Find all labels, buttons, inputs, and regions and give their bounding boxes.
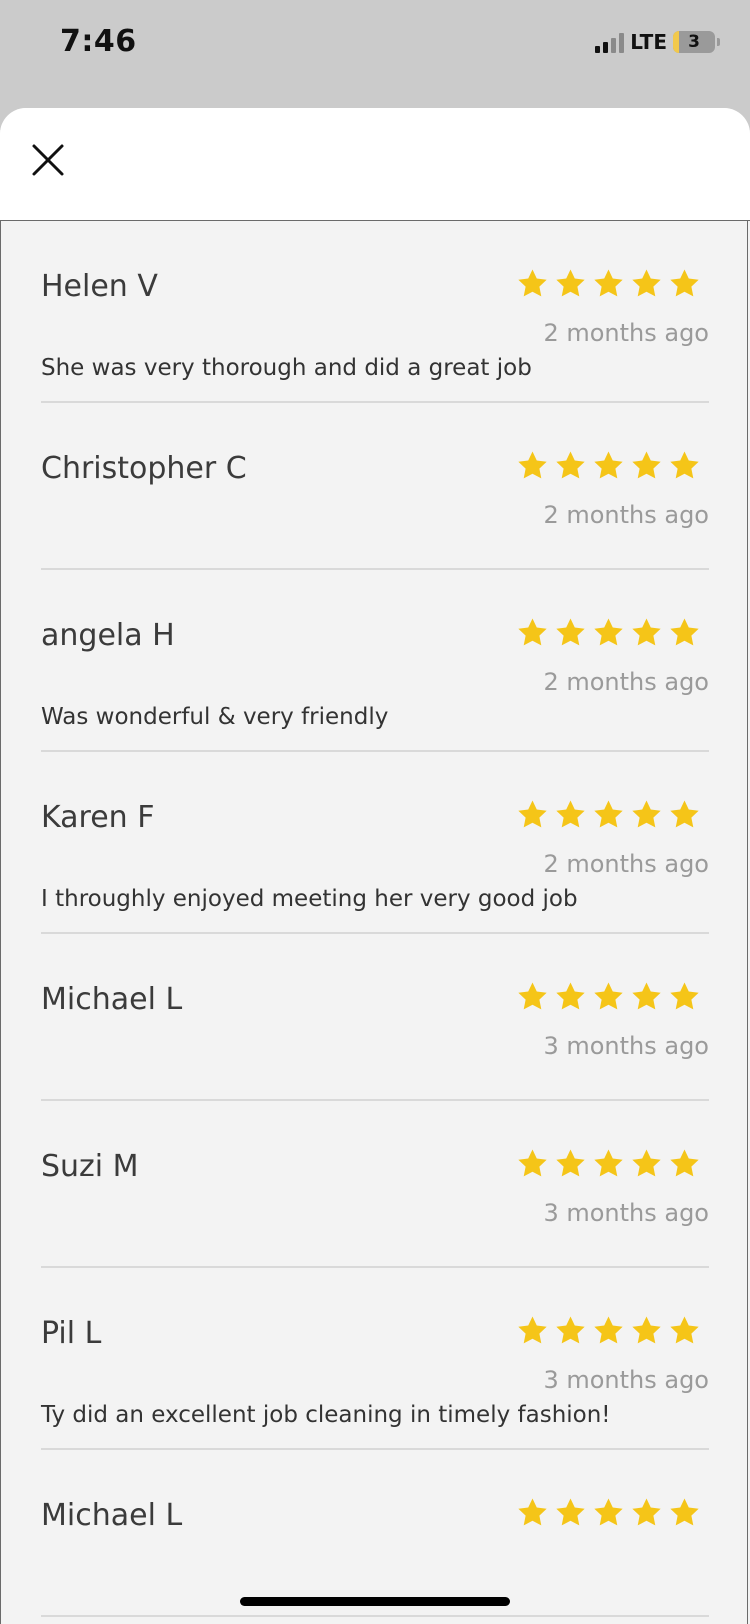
review-item: Christopher C 2 months ago	[41, 403, 709, 570]
star-icon	[594, 1316, 623, 1344]
star-icon	[556, 1316, 585, 1344]
star-icon	[670, 618, 699, 646]
review-item: Michael L	[41, 1450, 709, 1617]
star-icon	[518, 451, 547, 479]
close-button[interactable]	[28, 140, 68, 180]
star-icon	[518, 1316, 547, 1344]
star-icon	[556, 451, 585, 479]
star-icon	[594, 1149, 623, 1177]
review-time: 3 months ago	[543, 1032, 709, 1060]
star-icon	[670, 1149, 699, 1177]
star-rating	[516, 449, 701, 482]
star-icon	[632, 451, 661, 479]
review-item: Karen F 2 months ago I throughly enjoyed m…	[41, 752, 709, 934]
star-icon	[632, 1498, 661, 1526]
star-rating	[516, 798, 701, 831]
star-icon	[632, 1316, 661, 1344]
star-icon	[556, 1149, 585, 1177]
star-icon	[556, 269, 585, 297]
review-item: angela H 2 months ago Was wonderful & very…	[41, 570, 709, 752]
home-indicator	[240, 1597, 510, 1606]
star-icon	[632, 618, 661, 646]
star-icon	[670, 1498, 699, 1526]
star-icon	[518, 982, 547, 1010]
star-icon	[632, 800, 661, 828]
star-icon	[594, 982, 623, 1010]
star-icon	[594, 800, 623, 828]
star-icon	[670, 800, 699, 828]
review-item: Helen V 2 months ago She was very thorough…	[41, 221, 709, 403]
star-icon	[518, 1149, 547, 1177]
reviewer-name: angela H	[41, 618, 175, 653]
star-icon	[518, 800, 547, 828]
battery-icon: 3	[673, 31, 715, 53]
review-time: 3 months ago	[543, 1366, 709, 1394]
star-icon	[632, 1149, 661, 1177]
star-icon	[556, 1498, 585, 1526]
review-time: 2 months ago	[543, 319, 709, 347]
star-rating	[516, 616, 701, 649]
star-icon	[670, 451, 699, 479]
reviewer-name: Pil L	[41, 1316, 102, 1351]
star-icon	[518, 269, 547, 297]
star-rating	[516, 1147, 701, 1180]
review-item: Michael L 3 months ago	[41, 934, 709, 1101]
status-bar: 7:46 LTE 3	[0, 0, 750, 100]
star-rating	[516, 980, 701, 1013]
star-icon	[670, 269, 699, 297]
star-icon	[518, 1498, 547, 1526]
review-comment: I throughly enjoyed meeting her very goo…	[41, 886, 578, 912]
reviews-sheet: Helen V 2 months ago She was very thorough…	[0, 108, 750, 1624]
star-icon	[594, 1498, 623, 1526]
star-icon	[594, 451, 623, 479]
star-icon	[556, 982, 585, 1010]
battery-percent: 3	[688, 32, 700, 52]
network-type: LTE	[630, 30, 667, 54]
reviewer-name: Karen F	[41, 800, 155, 835]
reviewer-name: Helen V	[41, 269, 158, 304]
reviewer-name: Michael L	[41, 982, 183, 1017]
review-item: Pil L 3 months ago Ty did an excellent job…	[41, 1268, 709, 1450]
star-rating	[516, 1496, 701, 1529]
star-icon	[632, 269, 661, 297]
star-icon	[670, 982, 699, 1010]
star-icon	[594, 618, 623, 646]
review-time: 2 months ago	[543, 668, 709, 696]
close-icon	[32, 144, 64, 176]
reviewer-name: Christopher C	[41, 451, 247, 486]
star-icon	[556, 800, 585, 828]
star-rating	[516, 1314, 701, 1347]
review-comment: Ty did an excellent job cleaning in time…	[41, 1402, 611, 1428]
review-comment: Was wonderful & very friendly	[41, 704, 389, 730]
reviewer-name: Suzi M	[41, 1149, 139, 1184]
star-icon	[518, 618, 547, 646]
star-icon	[556, 618, 585, 646]
review-time: 3 months ago	[543, 1199, 709, 1227]
sheet-header	[0, 108, 750, 221]
reviewer-name: Michael L	[41, 1498, 183, 1533]
star-icon	[594, 269, 623, 297]
signal-icon	[595, 31, 625, 53]
review-time: 2 months ago	[543, 501, 709, 529]
star-icon	[670, 1316, 699, 1344]
star-rating	[516, 267, 701, 300]
review-list[interactable]: Helen V 2 months ago She was very thorough…	[0, 221, 748, 1624]
review-time: 2 months ago	[543, 850, 709, 878]
review-comment: She was very thorough and did a great jo…	[41, 355, 532, 381]
review-item: Suzi M 3 months ago	[41, 1101, 709, 1268]
star-icon	[632, 982, 661, 1010]
status-indicators: LTE 3	[595, 30, 720, 54]
status-time: 7:46	[60, 24, 137, 59]
